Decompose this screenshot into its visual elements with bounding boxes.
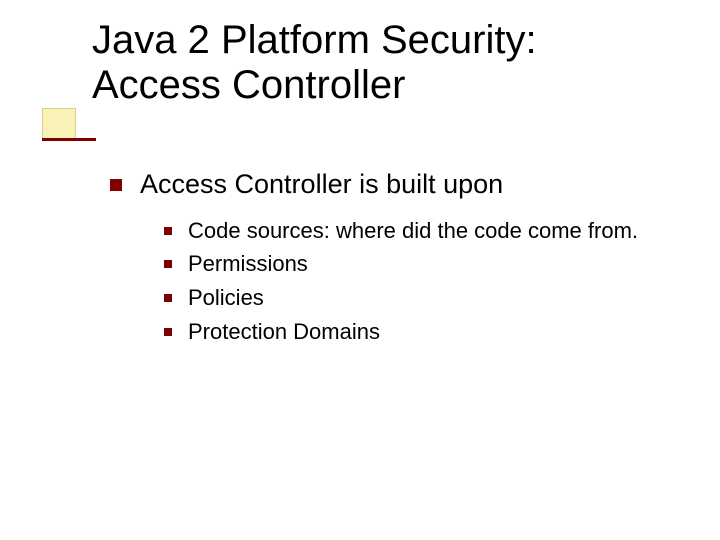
title-accent-underline xyxy=(42,138,96,141)
bullet-level2: Code sources: where did the code come fr… xyxy=(164,216,670,246)
title-accent-box xyxy=(42,108,76,140)
square-bullet-icon xyxy=(110,179,122,191)
bullet-level2-text: Permissions xyxy=(188,249,308,279)
bullet-level2-group: Code sources: where did the code come fr… xyxy=(164,216,670,347)
bullet-level2: Protection Domains xyxy=(164,317,670,347)
bullet-level2: Permissions xyxy=(164,249,670,279)
bullet-level2-text: Policies xyxy=(188,283,264,313)
slide-body: Access Controller is built upon Code sou… xyxy=(110,168,670,351)
slide-title: Java 2 Platform Security: Access Control… xyxy=(92,18,652,108)
square-bullet-icon xyxy=(164,294,172,302)
square-bullet-icon xyxy=(164,328,172,336)
square-bullet-icon xyxy=(164,227,172,235)
slide: Java 2 Platform Security: Access Control… xyxy=(0,0,720,540)
bullet-level2-text: Code sources: where did the code come fr… xyxy=(188,216,638,246)
bullet-level1-text: Access Controller is built upon xyxy=(140,168,503,202)
bullet-level2: Policies xyxy=(164,283,670,313)
bullet-level2-text: Protection Domains xyxy=(188,317,380,347)
square-bullet-icon xyxy=(164,260,172,268)
bullet-level1: Access Controller is built upon xyxy=(110,168,670,202)
